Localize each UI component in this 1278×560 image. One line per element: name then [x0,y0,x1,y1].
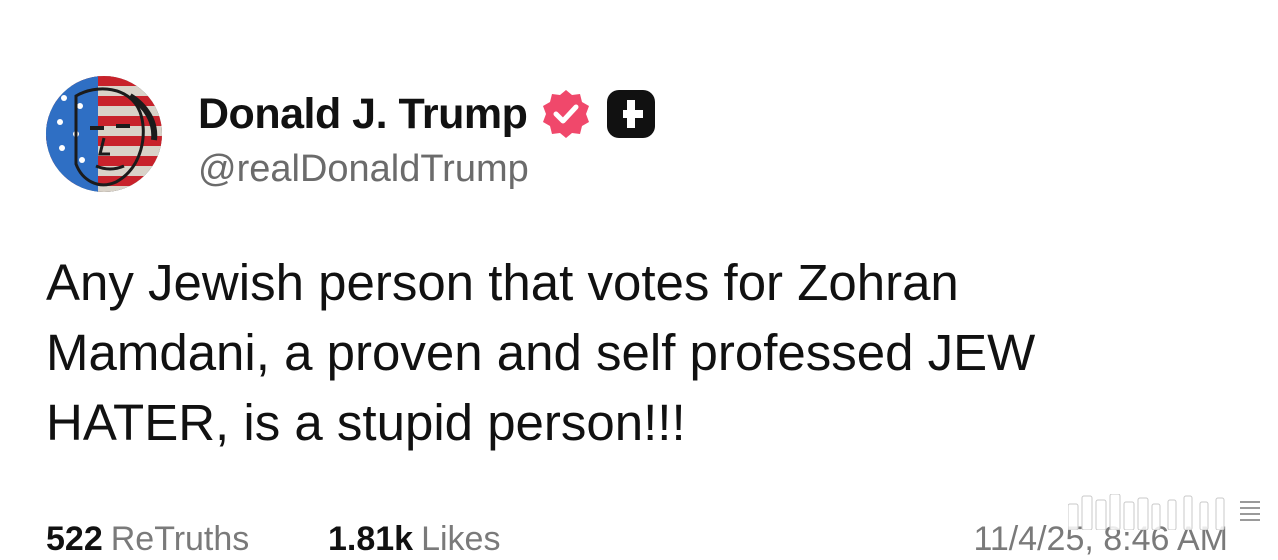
retruths-stat[interactable]: 522 ReTruths [46,520,249,559]
post-body-line: HATER, is a stupid person!!! [46,394,686,451]
likes-count: 1.81k [328,520,414,558]
post-card: Donald J. Trump @realDonaldTrump Any Jew… [0,0,1278,558]
plus-badge-icon [605,88,657,140]
author-display-name[interactable]: Donald J. Trump [198,90,528,139]
author-name-row: Donald J. Trump [198,86,657,142]
retruths-label: ReTruths [110,520,250,558]
verified-badge-icon [539,87,593,141]
avatar[interactable] [46,76,162,192]
retruths-count: 522 [46,520,103,558]
likes-label: Likes [421,520,501,558]
post-body-line: Mamdani, a proven and self professed JEW [46,324,1036,381]
author-handle[interactable]: @realDonaldTrump [198,148,529,191]
likes-stat[interactable]: 1.81k Likes [328,520,500,559]
watermark-bars-icon [1068,494,1260,530]
post-body: Any Jewish person that votes for Zohran … [46,248,1226,458]
post-body-line: Any Jewish person that votes for Zohran [46,254,959,311]
post-footer: 522 ReTruths 1.81k Likes 11/4/25, 8:46 AM [46,520,1236,560]
flag-face-avatar-icon [46,76,162,192]
